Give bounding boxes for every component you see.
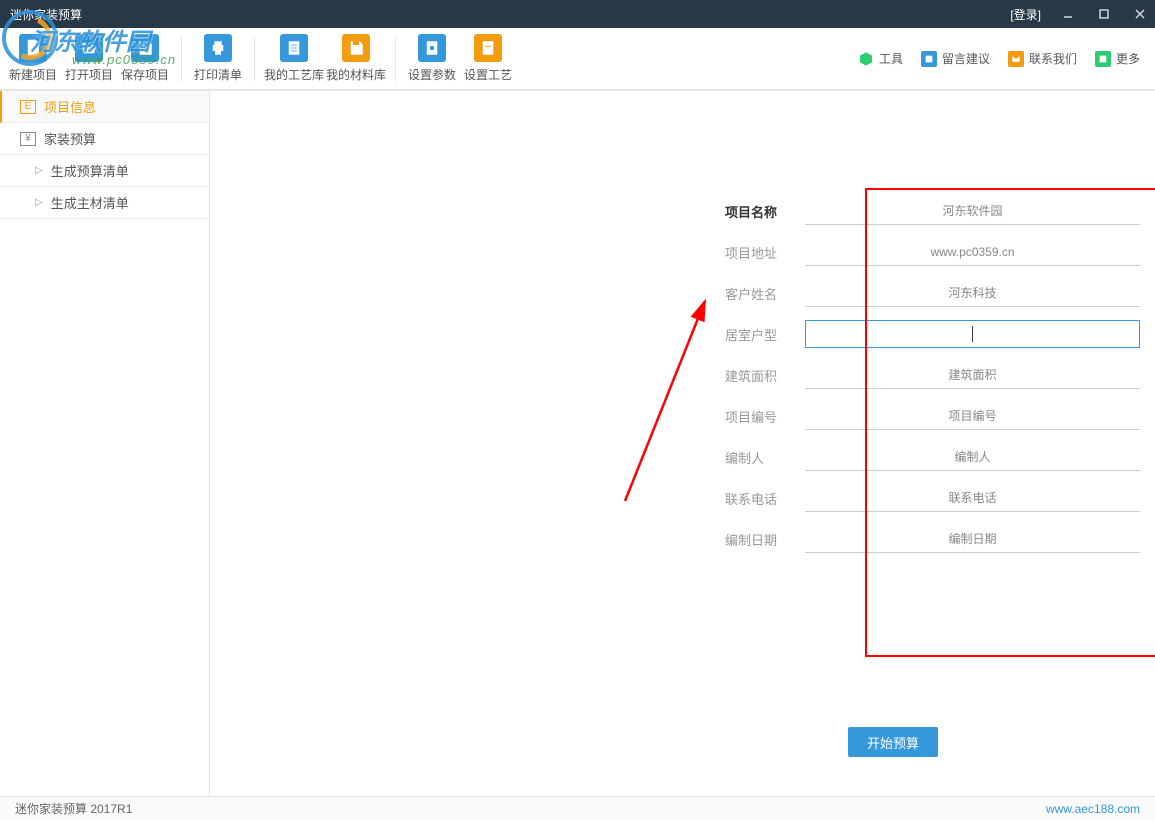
field-phone[interactable]: 联系电话 bbox=[805, 484, 1140, 512]
sidebar-item-gen-material[interactable]: ▷ 生成主材清单 bbox=[0, 187, 209, 219]
toolbar-label: 新建项目 bbox=[9, 66, 57, 83]
field-client[interactable]: 河东科技 bbox=[805, 279, 1140, 307]
printer-icon bbox=[204, 34, 232, 62]
save-icon bbox=[131, 34, 159, 62]
field-area[interactable]: 建筑面积 bbox=[805, 361, 1140, 389]
save-alt-icon bbox=[342, 34, 370, 62]
link-label: 工具 bbox=[879, 50, 903, 67]
label-address: 项目地址 bbox=[725, 243, 805, 262]
toolbar-label: 我的材料库 bbox=[326, 66, 386, 83]
folder-open-icon bbox=[75, 34, 103, 62]
label-client: 客户姓名 bbox=[725, 284, 805, 303]
minimize-button[interactable] bbox=[1053, 0, 1083, 28]
sidebar-label: 项目信息 bbox=[44, 97, 96, 116]
status-url[interactable]: www.aec188.com bbox=[1046, 802, 1140, 816]
new-project-button[interactable]: 新建项目 bbox=[5, 28, 61, 90]
label-author: 编制人 bbox=[725, 448, 805, 467]
close-button[interactable] bbox=[1125, 0, 1155, 28]
sidebar-item-home-budget[interactable]: ¥ 家装预算 bbox=[0, 123, 209, 155]
label-date: 编制日期 bbox=[725, 530, 805, 549]
field-author[interactable]: 编制人 bbox=[805, 443, 1140, 471]
doc-settings-icon bbox=[418, 34, 446, 62]
arrow-annotation bbox=[605, 291, 725, 511]
status-bar: 迷你家装预算 2017R1 www.aec188.com bbox=[0, 796, 1155, 820]
material-lib-button[interactable]: 我的材料库 bbox=[325, 28, 387, 90]
note-icon bbox=[921, 51, 937, 67]
square-e-icon: E bbox=[20, 100, 36, 114]
sidebar-item-project-info[interactable]: E 项目信息 bbox=[0, 91, 209, 123]
toolbar-label: 保存项目 bbox=[121, 66, 169, 83]
sidebar-label: 生成预算清单 bbox=[51, 161, 129, 180]
field-date[interactable]: 编制日期 bbox=[805, 525, 1140, 553]
more-icon bbox=[1095, 51, 1111, 67]
project-form: 项目名称 河东软件园 项目地址 www.pc0359.cn 客户姓名 河东科技 … bbox=[725, 196, 1140, 565]
square-yen-icon: ¥ bbox=[20, 132, 36, 146]
field-address[interactable]: www.pc0359.cn bbox=[805, 238, 1140, 266]
sidebar-label: 家装预算 bbox=[44, 129, 96, 148]
sidebar-item-gen-budget[interactable]: ▷ 生成预算清单 bbox=[0, 155, 209, 187]
open-project-button[interactable]: 打开项目 bbox=[61, 28, 117, 90]
start-budget-button[interactable]: 开始预算 bbox=[848, 727, 938, 757]
label-phone: 联系电话 bbox=[725, 489, 805, 508]
label-room-type: 居室户型 bbox=[725, 325, 805, 344]
document-icon bbox=[280, 34, 308, 62]
window-title: 迷你家装预算 bbox=[10, 6, 82, 23]
sidebar-label: 生成主材清单 bbox=[51, 193, 129, 212]
contact-link[interactable]: 联系我们 bbox=[1008, 50, 1077, 67]
tools-link[interactable]: 工具 bbox=[858, 50, 903, 67]
toolbar-label: 设置工艺 bbox=[464, 66, 512, 83]
status-text: 迷你家装预算 2017R1 bbox=[15, 800, 132, 817]
link-label: 联系我们 bbox=[1029, 50, 1077, 67]
label-name: 项目名称 bbox=[725, 202, 805, 221]
text-caret bbox=[972, 326, 973, 342]
triangle-right-icon: ▷ bbox=[35, 197, 43, 208]
content: 项目名称 河东软件园 项目地址 www.pc0359.cn 客户姓名 河东科技 … bbox=[210, 91, 1155, 796]
triangle-right-icon: ▷ bbox=[35, 165, 43, 176]
link-label: 更多 bbox=[1116, 50, 1140, 67]
cube-icon bbox=[858, 51, 874, 67]
print-button[interactable]: 打印清单 bbox=[190, 28, 246, 90]
toolbar-label: 设置参数 bbox=[408, 66, 456, 83]
new-file-icon bbox=[19, 34, 47, 62]
field-number[interactable]: 项目编号 bbox=[805, 402, 1140, 430]
toolbar: 新建项目 打开项目 保存项目 打印清单 我的工艺库 我的材料库 设置参数 bbox=[0, 28, 1155, 90]
label-area: 建筑面积 bbox=[725, 366, 805, 385]
feedback-link[interactable]: 留言建议 bbox=[921, 50, 990, 67]
set-params-button[interactable]: 设置参数 bbox=[404, 28, 460, 90]
link-label: 留言建议 bbox=[942, 50, 990, 67]
field-room-type[interactable] bbox=[805, 320, 1140, 348]
toolbar-label: 我的工艺库 bbox=[264, 66, 324, 83]
main-area: E 项目信息 ¥ 家装预算 ▷ 生成预算清单 ▷ 生成主材清单 项目名称 河东软… bbox=[0, 90, 1155, 796]
save-project-button[interactable]: 保存项目 bbox=[117, 28, 173, 90]
field-name[interactable]: 河东软件园 bbox=[805, 197, 1140, 225]
doc-process-icon bbox=[474, 34, 502, 62]
toolbar-label: 打印清单 bbox=[194, 66, 242, 83]
process-lib-button[interactable]: 我的工艺库 bbox=[263, 28, 325, 90]
login-link[interactable]: [登录] bbox=[1004, 6, 1047, 23]
mail-icon bbox=[1008, 51, 1024, 67]
titlebar: 迷你家装预算 [登录] bbox=[0, 0, 1155, 28]
label-number: 项目编号 bbox=[725, 407, 805, 426]
maximize-button[interactable] bbox=[1089, 0, 1119, 28]
set-process-button[interactable]: 设置工艺 bbox=[460, 28, 516, 90]
sidebar: E 项目信息 ¥ 家装预算 ▷ 生成预算清单 ▷ 生成主材清单 bbox=[0, 91, 210, 796]
more-link[interactable]: 更多 bbox=[1095, 50, 1140, 67]
toolbar-label: 打开项目 bbox=[65, 66, 113, 83]
